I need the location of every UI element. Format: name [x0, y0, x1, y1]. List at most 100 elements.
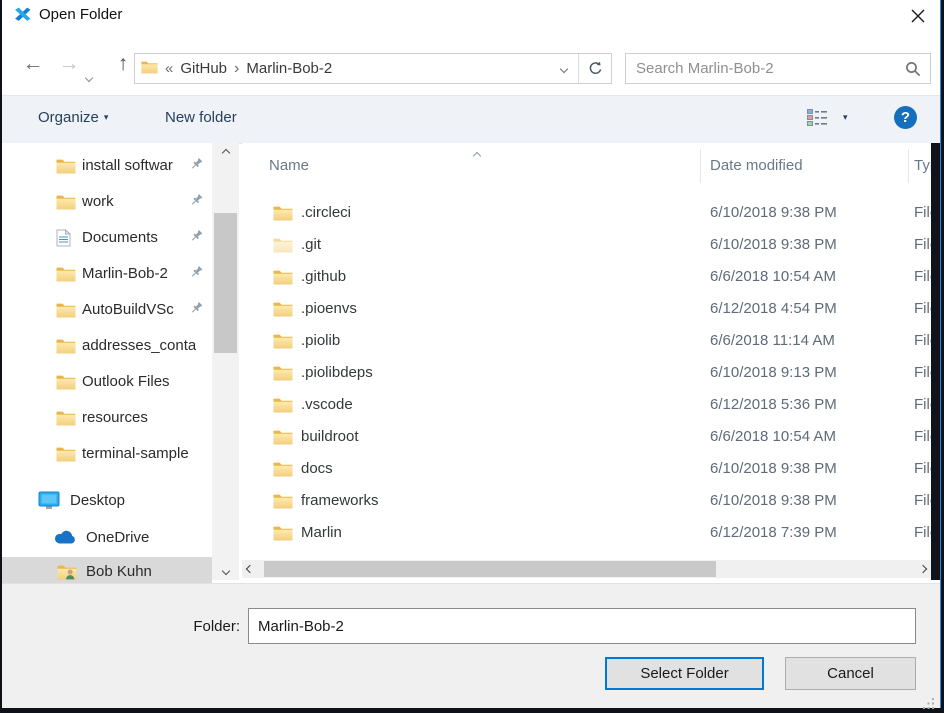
sidebar-item-marlin-bob-2[interactable]: Marlin-Bob-2 — [2, 259, 212, 288]
file-name: .circleci — [301, 204, 351, 221]
file-date: 6/10/2018 9:38 PM — [710, 236, 837, 253]
screen-background: Open Folder ← → ↑ « GitHub › Marlin-Bob-… — [0, 0, 944, 713]
folder-icon — [273, 301, 293, 322]
file-row[interactable]: .vscode6/12/2018 5:36 PMFile — [242, 390, 933, 422]
new-folder-button[interactable]: New folder — [165, 109, 237, 126]
close-icon — [911, 9, 925, 23]
scroll-right-icon[interactable] — [915, 560, 931, 578]
file-row[interactable]: .github6/6/2018 10:54 AMFile — [242, 262, 933, 294]
file-name: .git — [301, 236, 321, 253]
open-folder-dialog: Open Folder ← → ↑ « GitHub › Marlin-Bob-… — [2, 0, 941, 708]
address-bar[interactable]: « GitHub › Marlin-Bob-2 — [134, 53, 612, 84]
scroll-down-icon[interactable] — [212, 561, 239, 580]
sidebar-item-label: addresses_conta — [82, 337, 196, 354]
column-divider[interactable] — [908, 149, 909, 183]
chevron-down-icon[interactable] — [86, 62, 92, 88]
file-name: Marlin — [301, 524, 342, 541]
breadcrumb-collapse[interactable]: « — [165, 60, 173, 77]
details-view-icon — [806, 108, 828, 127]
sidebar-scrollbar[interactable] — [212, 143, 239, 580]
sidebar-item-resources[interactable]: resources — [2, 403, 212, 432]
pin-icon — [191, 302, 204, 320]
sidebar-item-autobuildvsc[interactable]: AutoBuildVSc — [2, 295, 212, 324]
monitor-icon — [38, 491, 60, 510]
cancel-button[interactable]: Cancel — [785, 657, 916, 690]
close-button[interactable] — [903, 2, 933, 29]
pin-icon — [191, 158, 204, 176]
resize-grip[interactable] — [923, 697, 935, 713]
folder-icon — [273, 237, 293, 258]
file-row[interactable]: Marlin6/12/2018 7:39 PMFile — [242, 518, 933, 550]
scroll-up-icon[interactable] — [212, 143, 239, 162]
file-row[interactable]: .piolibdeps6/10/2018 9:13 PMFile — [242, 358, 933, 390]
file-date: 6/10/2018 9:38 PM — [710, 204, 837, 221]
scrollbar-thumb[interactable] — [264, 561, 716, 577]
sidebar-item-label: OneDrive — [86, 529, 149, 546]
folder-icon — [56, 444, 78, 463]
sidebar-item-label: Documents — [82, 229, 158, 246]
folder-icon — [56, 300, 78, 319]
file-row[interactable]: .pioenvs6/12/2018 4:54 PMFile — [242, 294, 933, 326]
address-dropdown-button[interactable] — [550, 54, 578, 83]
file-date: 6/12/2018 7:39 PM — [710, 524, 837, 541]
breadcrumb-separator-icon: › — [234, 60, 239, 78]
column-header-name[interactable]: Name — [269, 157, 309, 174]
forward-arrow-icon[interactable]: → — [54, 51, 84, 77]
scroll-left-icon[interactable] — [242, 560, 258, 578]
file-row[interactable]: frameworks6/10/2018 9:38 PMFile — [242, 486, 933, 518]
sidebar-item-documents[interactable]: Documents — [2, 223, 212, 252]
scrollbar-thumb[interactable] — [214, 213, 237, 353]
dialog-title: Open Folder — [39, 6, 122, 23]
search-input[interactable] — [626, 60, 905, 77]
file-date: 6/12/2018 4:54 PM — [710, 300, 837, 317]
sidebar-item-work[interactable]: work — [2, 187, 212, 216]
change-view-button[interactable]: ▾ — [806, 108, 848, 127]
navigation-bar: ← → ↑ « GitHub › Marlin-Bob-2 — [2, 33, 940, 96]
file-name: .piolibdeps — [301, 364, 373, 381]
file-name: .pioenvs — [301, 300, 357, 317]
list-horizontal-scrollbar[interactable] — [242, 560, 931, 578]
file-row[interactable]: .circleci6/10/2018 9:38 PMFile — [242, 198, 933, 230]
column-divider[interactable] — [700, 149, 701, 183]
pin-icon — [191, 230, 204, 248]
file-row[interactable]: buildroot6/6/2018 10:54 AMFile — [242, 422, 933, 454]
select-folder-button[interactable]: Select Folder — [605, 657, 764, 690]
sidebar-item-bob-kuhn[interactable]: Bob Kuhn — [2, 557, 212, 585]
folder-icon — [56, 192, 78, 211]
folder-icon — [273, 269, 293, 290]
chevron-down-icon: ▾ — [843, 112, 848, 123]
folder-icon — [273, 493, 293, 514]
command-bar: Organize▾ New folder ▾ ? — [2, 96, 940, 144]
background-window-strip — [931, 143, 940, 580]
breadcrumb-item-current[interactable]: Marlin-Bob-2 — [246, 60, 332, 77]
search-box — [625, 53, 931, 84]
breadcrumb-item-github[interactable]: GitHub — [180, 60, 227, 77]
file-name: .github — [301, 268, 346, 285]
folder-name-input[interactable] — [248, 608, 916, 644]
column-header-date-modified[interactable]: Date modified — [710, 157, 803, 174]
sidebar-item-install-softwar[interactable]: install softwar — [2, 151, 212, 180]
sidebar-item-desktop[interactable]: Desktop — [2, 486, 212, 515]
sidebar-item-addresses-conta[interactable]: addresses_conta — [2, 331, 212, 360]
search-icon[interactable] — [905, 61, 921, 77]
sidebar-item-label: Desktop — [70, 492, 125, 509]
organize-button[interactable]: Organize▾ — [38, 109, 108, 126]
sidebar-item-outlook-files[interactable]: Outlook Files — [2, 367, 212, 396]
sidebar-item-onedrive[interactable]: OneDrive — [2, 523, 212, 552]
sidebar-item-terminal-sample[interactable]: terminal-sample — [2, 439, 212, 468]
file-name: .piolib — [301, 332, 340, 349]
help-button[interactable]: ? — [894, 106, 917, 129]
vscode-icon — [14, 6, 32, 24]
sidebar-item-label: Marlin-Bob-2 — [82, 265, 168, 282]
folder-icon — [56, 336, 78, 355]
folder-icon — [273, 397, 293, 418]
file-row[interactable]: .git6/10/2018 9:38 PMFile — [242, 230, 933, 262]
back-arrow-icon[interactable]: ← — [18, 51, 48, 77]
file-row[interactable]: docs6/10/2018 9:38 PMFile — [242, 454, 933, 486]
refresh-icon — [588, 61, 603, 76]
refresh-button[interactable] — [578, 54, 611, 83]
sidebar-item-label: AutoBuildVSc — [82, 301, 174, 318]
file-row[interactable]: .piolib6/6/2018 11:14 AMFile — [242, 326, 933, 358]
folder-icon — [273, 429, 293, 450]
folder-icon — [56, 372, 78, 391]
